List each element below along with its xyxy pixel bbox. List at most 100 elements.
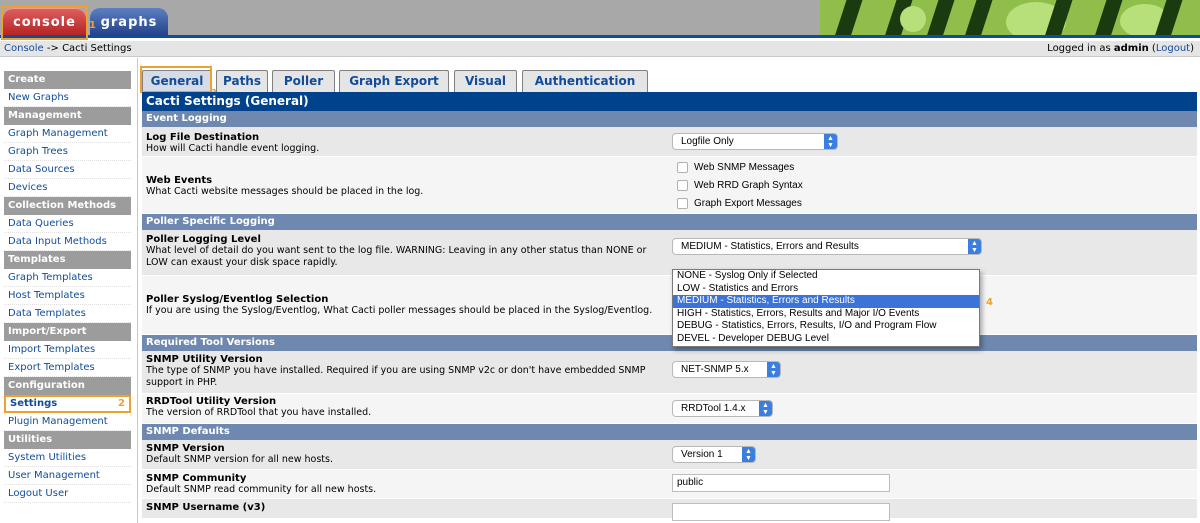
section-tool-versions: Required Tool Versions <box>142 335 1197 351</box>
menu-item-export-templates[interactable]: Export Templates <box>4 359 131 377</box>
menu-item-data-sources[interactable]: Data Sources <box>4 161 131 179</box>
poller-level-option-debug[interactable]: DEBUG - Statistics, Errors, Results, I/O… <box>673 320 979 333</box>
web-events-label: Web Events What Cacti website messages s… <box>146 175 666 198</box>
row-poller-syslog: Poller Syslog/Eventlog Selection If you … <box>142 276 1197 335</box>
checkbox-icon <box>677 162 688 173</box>
top-bar: console graphs <box>0 0 1200 38</box>
login-user: admin <box>1113 43 1149 54</box>
section-poller-logging: Poller Specific Logging <box>142 214 1197 230</box>
menu-group-utilities: Utilities System Utilities User Manageme… <box>4 431 131 503</box>
menu-header-configuration: Configuration <box>4 377 131 395</box>
tab-general[interactable]: General <box>142 70 212 92</box>
select-arrows-icon: ▲ ▼ <box>767 362 780 377</box>
breadcrumb-separator: -> <box>43 43 63 54</box>
section-snmp-defaults: SNMP Defaults <box>142 424 1197 440</box>
snmp-utility-value: NET-SNMP 5.x <box>681 364 749 375</box>
login-prefix: Logged in as <box>1047 43 1114 54</box>
breadcrumb: Console -> Cacti Settings <box>4 41 132 56</box>
row-snmp-community: SNMP Community Default SNMP read communi… <box>142 470 1197 499</box>
rrdtool-select[interactable]: RRDTool 1.4.x ▲ ▼ <box>672 400 773 417</box>
menu-item-host-templates[interactable]: Host Templates <box>4 287 131 305</box>
tab-poller[interactable]: Poller <box>272 70 335 92</box>
marker-1: 1 <box>89 20 96 31</box>
menu-item-settings-label: Settings <box>10 398 58 409</box>
poller-level-option-devel[interactable]: DEVEL - Developer DEBUG Level <box>673 333 979 346</box>
menu-item-new-graphs[interactable]: New Graphs <box>4 89 131 107</box>
poller-level-option-high[interactable]: HIGH - Statistics, Errors, Results and M… <box>673 308 979 321</box>
snmp-utility-desc: The type of SNMP you have installed. Req… <box>146 365 646 388</box>
snmp-utility-select[interactable]: NET-SNMP 5.x ▲ ▼ <box>672 361 781 378</box>
row-poller-level: Poller Logging Level What level of detai… <box>142 230 1197 276</box>
log-destination-desc: How will Cacti handle event logging. <box>146 143 320 154</box>
rrdtool-value: RRDTool 1.4.x <box>681 403 746 414</box>
snmp-community-input[interactable]: public <box>672 474 890 492</box>
checkbox-icon <box>677 180 688 191</box>
poller-level-value: MEDIUM - Statistics, Errors and Results <box>681 241 859 252</box>
menu-item-logout-user[interactable]: Logout User <box>4 485 131 503</box>
web-events-title: Web Events <box>146 175 213 186</box>
menu-item-import-templates[interactable]: Import Templates <box>4 341 131 359</box>
graphs-tab[interactable]: graphs <box>90 8 168 38</box>
menu-group-create: Create New Graphs <box>4 71 131 107</box>
poller-level-option-medium[interactable]: MEDIUM - Statistics, Errors and Results <box>673 295 979 308</box>
menu-item-graph-templates[interactable]: Graph Templates <box>4 269 131 287</box>
log-destination-label: Log File Destination How will Cacti hand… <box>146 132 666 155</box>
breadcrumb-console-link[interactable]: Console <box>4 43 44 54</box>
menu-item-data-templates[interactable]: Data Templates <box>4 305 131 323</box>
snmp-version-select[interactable]: Version 1 ▲ ▼ <box>672 446 756 463</box>
row-snmp-version: SNMP Version Default SNMP version for al… <box>142 440 1197 470</box>
menu-header-import-export: Import/Export <box>4 323 131 341</box>
menu-group-import-export: Import/Export Import Templates Export Te… <box>4 323 131 377</box>
menu-item-system-utilities[interactable]: System Utilities <box>4 449 131 467</box>
menu-item-data-input-methods[interactable]: Data Input Methods <box>4 233 131 251</box>
login-status: Logged in as admin (Logout) <box>1047 41 1194 56</box>
poller-level-option-low[interactable]: LOW - Statistics and Errors <box>673 283 979 296</box>
menu-item-user-management[interactable]: User Management <box>4 467 131 485</box>
poller-syslog-title: Poller Syslog/Eventlog Selection <box>146 294 329 305</box>
menu-item-data-queries[interactable]: Data Queries <box>4 215 131 233</box>
tab-paths[interactable]: Paths <box>216 70 268 92</box>
menu-item-graph-management[interactable]: Graph Management <box>4 125 131 143</box>
main-content: General Paths Poller Graph Export Visual… <box>140 58 1200 523</box>
breadcrumb-current: Cacti Settings <box>62 43 132 54</box>
tab-graph-export[interactable]: Graph Export <box>339 70 449 92</box>
snmp-version-value: Version 1 <box>681 449 723 460</box>
checkbox-graph-export[interactable]: Graph Export Messages <box>672 195 803 213</box>
section-event-logging: Event Logging <box>142 111 1197 127</box>
checkbox-icon <box>677 198 688 209</box>
snmp-community-title: SNMP Community <box>146 473 247 484</box>
log-destination-select[interactable]: Logfile Only ▲ ▼ <box>672 133 838 150</box>
tab-authentication[interactable]: Authentication <box>522 70 648 92</box>
menu-header-create: Create <box>4 71 131 89</box>
checkbox-web-rrd-label: Web RRD Graph Syntax <box>694 180 803 191</box>
sidebar-menu: Create New Graphs Management Graph Manag… <box>0 58 138 523</box>
log-destination-title: Log File Destination <box>146 132 260 143</box>
console-tab[interactable]: console <box>3 8 86 38</box>
rrdtool-label: RRDTool Utility Version The version of R… <box>146 396 666 419</box>
menu-item-devices[interactable]: Devices <box>4 179 131 197</box>
poller-level-title: Poller Logging Level <box>146 234 261 245</box>
login-paren-open: ( <box>1148 43 1156 54</box>
snmp-username-input[interactable] <box>672 503 890 521</box>
checkbox-web-snmp-label: Web SNMP Messages <box>694 162 795 173</box>
menu-item-settings[interactable]: Settings 2 <box>4 395 131 413</box>
logout-link[interactable]: Logout <box>1156 43 1190 54</box>
select-arrows-icon: ▲ ▼ <box>824 134 837 149</box>
top-divider <box>0 35 1200 38</box>
menu-header-templates: Templates <box>4 251 131 269</box>
select-arrows-icon: ▲ ▼ <box>968 239 981 254</box>
checkbox-web-rrd[interactable]: Web RRD Graph Syntax <box>672 177 803 195</box>
poller-level-option-none[interactable]: NONE - Syslog Only if Selected <box>673 270 979 283</box>
menu-item-plugin-management[interactable]: Plugin Management <box>4 413 131 431</box>
snmp-utility-title: SNMP Utility Version <box>146 354 263 365</box>
menu-item-graph-trees[interactable]: Graph Trees <box>4 143 131 161</box>
checkbox-web-snmp[interactable]: Web SNMP Messages <box>672 159 803 177</box>
cacti-logo-art <box>820 0 1200 38</box>
rrdtool-desc: The version of RRDTool that you have ins… <box>146 407 372 418</box>
snmp-version-desc: Default SNMP version for all new hosts. <box>146 454 333 465</box>
row-snmp-username: SNMP Username (v3) <box>142 499 1197 521</box>
tab-visual[interactable]: Visual <box>454 70 517 92</box>
marker-4: 4 <box>986 297 993 308</box>
checkbox-graph-export-label: Graph Export Messages <box>694 198 802 209</box>
poller-level-select[interactable]: MEDIUM - Statistics, Errors and Results … <box>672 238 982 255</box>
